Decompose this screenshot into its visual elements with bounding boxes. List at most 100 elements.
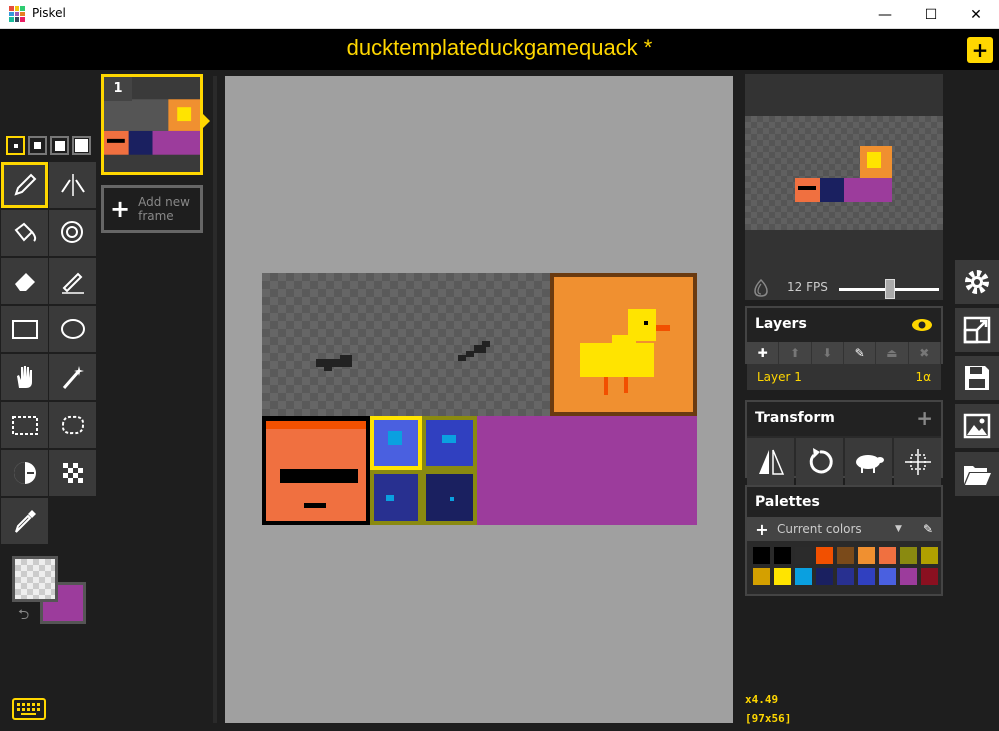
magic-wand-tool[interactable] <box>49 354 96 400</box>
frame-preview-image <box>104 99 200 155</box>
zoom-level: x4.49 <box>745 693 779 706</box>
onion-skin-icon[interactable] <box>751 278 771 298</box>
center-button[interactable] <box>894 438 941 486</box>
resize-button[interactable] <box>955 308 999 352</box>
delete-layer-button[interactable]: ✖ <box>909 342 941 364</box>
move-tool[interactable] <box>1 354 48 400</box>
eraser-tool[interactable] <box>1 258 48 304</box>
swap-colors-icon[interactable]: ⮌ <box>18 604 29 628</box>
move-layer-up-button[interactable]: ⬆ <box>779 342 812 364</box>
edit-layer-button[interactable]: ✎ <box>844 342 877 364</box>
paint-all-same-color-tool[interactable] <box>49 210 96 256</box>
stroke-pen-icon <box>61 272 84 294</box>
layer-item[interactable]: Layer 1 1α <box>747 364 941 390</box>
transform-title: Transform <box>755 410 835 426</box>
add-palette-button[interactable]: + <box>747 520 777 539</box>
move-layer-down-button[interactable]: ⬇ <box>812 342 844 364</box>
palette-swatch[interactable] <box>900 547 917 564</box>
flip-button[interactable] <box>747 438 794 486</box>
paint-bucket-tool[interactable] <box>1 210 48 256</box>
palette-swatch[interactable] <box>816 547 833 564</box>
keyboard-shortcuts-icon[interactable] <box>12 698 46 720</box>
pen-size-1[interactable] <box>6 136 25 155</box>
layer-visibility-icon[interactable] <box>911 308 933 344</box>
color-picker-tool[interactable] <box>1 498 48 544</box>
add-frame-button[interactable]: + Add new frame <box>101 185 203 233</box>
palette-swatch[interactable] <box>921 547 938 564</box>
color-selectors: ⮌ <box>12 556 92 626</box>
gear-icon <box>965 270 989 294</box>
palette-swatch[interactable] <box>795 547 812 564</box>
fps-slider-thumb[interactable] <box>885 279 895 299</box>
clone-button[interactable] <box>845 438 892 486</box>
preview-canvas[interactable] <box>745 116 943 230</box>
pencil-icon <box>13 173 36 196</box>
transform-buttons <box>747 436 941 486</box>
pen-size-2[interactable] <box>28 136 47 155</box>
new-piskel-button[interactable]: + <box>967 37 993 63</box>
edit-palette-icon[interactable]: ✎ <box>915 522 941 536</box>
app-name: Piskel <box>32 6 66 20</box>
add-layer-button[interactable]: ✚ <box>747 342 780 364</box>
pen-tool[interactable] <box>1 162 48 208</box>
lasso-select-tool[interactable] <box>49 402 96 448</box>
pen-size-4[interactable] <box>72 136 91 155</box>
frames-splitter[interactable] <box>213 76 217 723</box>
palette-swatch[interactable] <box>879 547 896 564</box>
rectangle-tool[interactable] <box>1 306 48 352</box>
palette-swatch[interactable] <box>837 547 854 564</box>
palette-swatch[interactable] <box>753 568 770 585</box>
rotate-button[interactable] <box>796 438 843 486</box>
transform-add-icon[interactable]: + <box>916 402 933 434</box>
circle-icon <box>60 319 85 339</box>
target-bucket-icon <box>60 221 83 243</box>
palette-select[interactable]: Current colors <box>777 522 895 536</box>
palette-swatch[interactable] <box>879 568 896 585</box>
rectangle-select-tool[interactable] <box>1 402 48 448</box>
palette-swatch[interactable] <box>858 547 875 564</box>
drawing-canvas-container[interactable] <box>225 76 733 723</box>
export-button[interactable] <box>955 404 999 448</box>
transform-header: Transform + <box>747 402 941 436</box>
frame-thumbnail[interactable]: 1 <box>101 74 203 175</box>
layers-title: Layers <box>755 316 807 332</box>
dithering-tool[interactable] <box>49 450 96 496</box>
palette-swatch[interactable] <box>795 568 812 585</box>
maximize-button[interactable]: ☐ <box>908 0 954 29</box>
window-titlebar: Piskel — ☐ ✕ <box>0 0 999 29</box>
rect-select-icon <box>11 416 38 435</box>
palette-swatch[interactable] <box>774 568 791 585</box>
checker-icon <box>62 463 83 483</box>
palette-swatch[interactable] <box>858 568 875 585</box>
palette-swatch[interactable] <box>816 568 833 585</box>
settings-button[interactable] <box>955 260 999 304</box>
transform-panel: Transform + <box>745 400 943 486</box>
open-button[interactable] <box>955 452 999 496</box>
save-button[interactable] <box>955 356 999 400</box>
rotate-icon <box>809 448 833 474</box>
eyedropper-icon <box>14 510 36 533</box>
palette-swatch[interactable] <box>753 547 770 564</box>
layer-opacity[interactable]: 1α <box>915 364 931 390</box>
vertical-mirror-pen-tool[interactable] <box>49 162 96 208</box>
document-title[interactable]: ducktemplateduckgamequack * <box>0 35 999 61</box>
sprite-canvas[interactable] <box>262 273 697 525</box>
merge-layer-button[interactable]: ⏏ <box>876 342 909 364</box>
piskel-app-icon <box>9 6 25 22</box>
minimize-button[interactable]: — <box>862 0 908 29</box>
stroke-tool[interactable] <box>49 258 96 304</box>
palette-swatch[interactable] <box>900 568 917 585</box>
close-window-button[interactable]: ✕ <box>953 0 999 29</box>
circle-tool[interactable] <box>49 306 96 352</box>
chevron-down-icon[interactable]: ▼ <box>895 524 915 534</box>
lighten-tool[interactable] <box>1 450 48 496</box>
pen-size-3[interactable] <box>50 136 69 155</box>
primary-color[interactable] <box>12 556 58 602</box>
main-area: ⮌ 1 + Add new frame 12 FPS Layers ✚ ⬆ ⬇ … <box>0 70 999 731</box>
add-frame-label-2: frame <box>138 209 174 223</box>
palette-swatch[interactable] <box>837 568 854 585</box>
lighten-darken-icon <box>13 462 36 484</box>
palette-swatch[interactable] <box>774 547 791 564</box>
rectangle-icon <box>11 320 38 339</box>
palette-swatch[interactable] <box>921 568 938 585</box>
